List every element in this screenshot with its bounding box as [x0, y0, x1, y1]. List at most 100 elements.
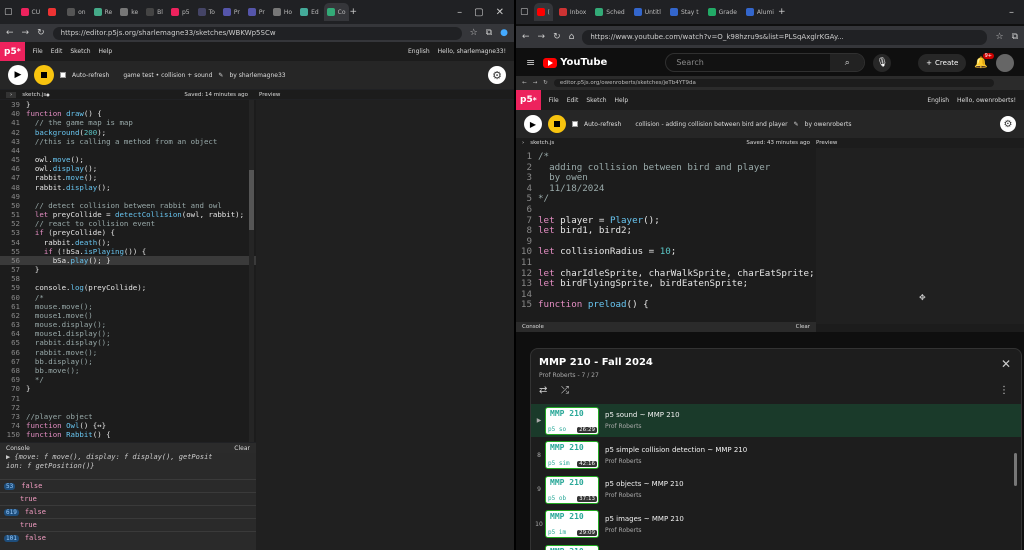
code-line[interactable]: 70}: [0, 384, 256, 393]
code-line[interactable]: 8 let bird1, bird2;: [516, 225, 816, 237]
code-line[interactable]: 5 */: [516, 194, 816, 205]
code-line[interactable]: 69 */: [0, 375, 256, 384]
code-line[interactable]: 67 bb.display();: [0, 357, 256, 366]
profile-icon[interactable]: ●: [500, 28, 508, 38]
new-tab-button[interactable]: +: [350, 7, 358, 17]
playlist-item[interactable]: 9 MMP 210 p5 ob 37:13 p5 objects ~ MMP 210 Pr…: [531, 473, 1021, 506]
code-line[interactable]: 65 rabbit.display();: [0, 338, 256, 347]
stop-button[interactable]: [34, 65, 54, 85]
tab-left-1[interactable]: [45, 3, 62, 21]
code-line[interactable]: 61 mouse.move();: [0, 302, 256, 311]
p5-logo[interactable]: p5 *: [0, 42, 25, 61]
code-line[interactable]: 56 bSa.play(); }: [0, 255, 256, 266]
menu-sketch[interactable]: Sketch: [70, 48, 90, 55]
search-input[interactable]: Search ⌕: [665, 53, 866, 72]
playlist-item[interactable]: MMP 210Keyboard events ~ MMP 210: [531, 542, 1021, 550]
minimize-icon[interactable]: –: [457, 7, 462, 18]
maximize-icon[interactable]: ▢: [474, 7, 483, 18]
url-field[interactable]: https://www.youtube.com/watch?v=O_k98hzr…: [582, 29, 988, 45]
more-options-icon[interactable]: ⋮: [999, 385, 1009, 396]
code-line[interactable]: 40 function draw() {: [0, 109, 256, 118]
notifications-bell-icon[interactable]: 🔔 9+: [974, 53, 994, 69]
home-icon[interactable]: ⌂: [569, 32, 575, 42]
user-menu[interactable]: Hello, sharlemagne33!: [438, 48, 506, 55]
create-button[interactable]: + Create: [918, 53, 967, 72]
tab-left-7[interactable]: To: [195, 3, 218, 21]
code-line[interactable]: 64 mouse1.display();: [0, 329, 256, 338]
tab-left-12[interactable]: Co: [323, 3, 349, 21]
code-line[interactable]: 10 let collisionRadius = 10;: [516, 247, 816, 258]
code-line[interactable]: 62 mouse1.move(): [0, 311, 256, 320]
tab-right-2[interactable]: Sched: [592, 3, 627, 21]
code-line[interactable]: 63 mouse.display();: [0, 320, 256, 329]
file-name[interactable]: sketch.js: [22, 92, 46, 98]
url-field[interactable]: https://editor.p5js.org/sharlemagne33/sk…: [52, 26, 462, 40]
browser-menu-icon[interactable]: ▢: [520, 7, 529, 17]
tab-right-1[interactable]: Inbox: [556, 3, 589, 21]
code-line[interactable]: 60 /*: [0, 293, 256, 302]
code-line[interactable]: 53 if (preyCollide) {: [0, 228, 256, 237]
tab-right-4[interactable]: Stay t: [667, 3, 702, 21]
code-line[interactable]: 51 let preyCollide = detectCollision(owl…: [0, 210, 256, 219]
video-thumbnail[interactable]: MMP 210 p5 im 29:09: [545, 510, 599, 538]
code-line[interactable]: 44: [0, 146, 256, 155]
playlist-item[interactable]: 10 MMP 210 p5 im 29:09 p5 images ~ MMP 210 Pr…: [531, 508, 1021, 541]
tab-left-5[interactable]: Bl: [143, 3, 166, 21]
code-line[interactable]: 72: [0, 403, 256, 412]
auto-refresh-checkbox[interactable]: [60, 72, 66, 78]
avatar[interactable]: [996, 53, 1014, 72]
star-icon[interactable]: ☆: [470, 28, 478, 38]
code-line[interactable]: 68 bb.move();: [0, 366, 256, 375]
code-line[interactable]: 57 }: [0, 265, 256, 274]
search-icon[interactable]: ⌕: [830, 54, 865, 71]
tab-right-6[interactable]: Alumi: [743, 3, 777, 21]
playlist-item[interactable]: ▶ MMP 210 p5 so 26:29 p5 sound ~ MMP 210 Prof…: [531, 404, 1021, 437]
tab-left-2[interactable]: on: [64, 3, 88, 21]
code-line[interactable]: 74 function Owl() {↔}: [0, 421, 256, 430]
sketch-name[interactable]: game test • collision + sound: [123, 72, 212, 79]
sidebar-toggle-icon[interactable]: ›: [6, 91, 17, 98]
video-thumbnail[interactable]: MMP 210: [545, 544, 599, 550]
browser-menu-icon[interactable]: ▢: [4, 7, 13, 17]
close-icon[interactable]: ✕: [496, 7, 504, 18]
code-line[interactable]: 41 // the game map is map: [0, 118, 256, 127]
code-line[interactable]: 11: [516, 257, 816, 269]
reload-icon[interactable]: ↻: [37, 28, 45, 38]
code-line[interactable]: 71: [0, 394, 256, 403]
code-line[interactable]: 6: [516, 204, 816, 216]
forward-icon[interactable]: →: [22, 28, 30, 38]
code-line[interactable]: 15 function preload() {: [516, 300, 816, 311]
tab-left-6[interactable]: p5: [168, 3, 193, 21]
video-title[interactable]: p5 images ~ MMP 210: [605, 515, 684, 523]
youtube-logo[interactable]: YouTube: [543, 57, 607, 68]
forward-icon[interactable]: →: [538, 32, 546, 42]
tab-left-3[interactable]: Re: [91, 3, 116, 21]
video-thumbnail[interactable]: MMP 210 p5 ob 37:13: [545, 475, 599, 504]
hamburger-icon[interactable]: ≡: [526, 56, 535, 69]
code-line[interactable]: 66 rabbit.move();: [0, 348, 256, 357]
code-line[interactable]: 50 // detect collision between rabbit an…: [0, 201, 256, 210]
menu-edit[interactable]: Edit: [51, 48, 63, 55]
code-line[interactable]: 45 owl.move();: [0, 155, 256, 164]
video-player[interactable]: ← → ↻ editor.p5js.org/owenroberts/sketches…: [516, 76, 1024, 332]
code-line[interactable]: 4 11/18/2024: [516, 183, 816, 195]
video-title[interactable]: p5 simple collision detection ~ MMP 210: [605, 446, 747, 454]
minimize-icon[interactable]: –: [1009, 7, 1014, 18]
code-editor[interactable]: 39} 40 function draw() {41 // the game map…: [0, 100, 256, 442]
editor-scrollbar[interactable]: [249, 100, 254, 442]
code-line[interactable]: 42 background(200);: [0, 128, 256, 137]
code-line[interactable]: 43 //this is calling a method from an ob…: [0, 137, 256, 146]
loop-icon[interactable]: ⇄: [539, 385, 547, 396]
clear-console-button[interactable]: Clear: [234, 445, 250, 452]
menu-file[interactable]: File: [33, 48, 43, 55]
bookmark-icon[interactable]: ☆: [995, 32, 1003, 42]
tab-left-11[interactable]: Ed: [297, 3, 322, 21]
video-title[interactable]: p5 objects ~ MMP 210: [605, 480, 684, 488]
new-tab-button[interactable]: +: [778, 7, 786, 17]
code-line[interactable]: 58: [0, 274, 256, 283]
code-line[interactable]: 13 let birdFlyingSprite, birdEatenSprite;: [516, 278, 816, 290]
code-line[interactable]: 39}: [0, 100, 256, 109]
shuffle-icon[interactable]: ⤮: [561, 385, 569, 396]
code-line[interactable]: 54 rabbit.death();: [0, 238, 256, 247]
code-line[interactable]: 46 owl.display();: [0, 164, 256, 173]
